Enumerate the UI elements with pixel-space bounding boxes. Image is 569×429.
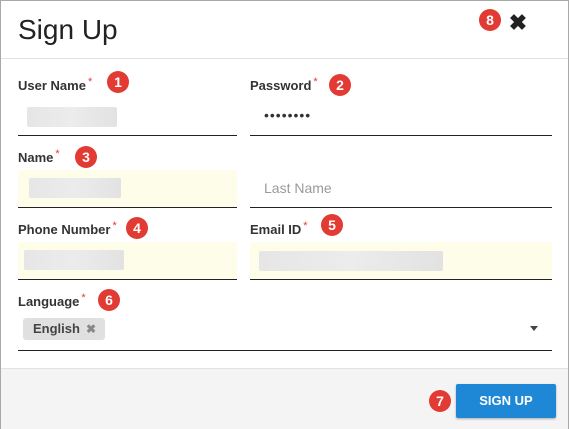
password-label: Password * (250, 76, 318, 93)
email-id-label: Email ID * (250, 220, 308, 237)
password-value: •••••••• (264, 107, 312, 123)
dialog-header: Sign Up (1, 1, 568, 59)
user-name-label-text: User Name (18, 78, 86, 93)
language-chip-english: English ✖ (23, 318, 106, 340)
name-label: Name * (18, 148, 60, 165)
required-mark: * (303, 220, 308, 232)
annotation-marker-1: 1 (107, 71, 129, 93)
user-name-label: User Name * (18, 76, 93, 93)
user-name-value-redacted (27, 107, 117, 127)
annotation-marker-3: 3 (75, 146, 97, 168)
annotation-marker-4: 4 (126, 217, 148, 239)
required-mark: * (313, 76, 318, 88)
annotation-marker-7: 7 (429, 390, 451, 412)
last-name-field[interactable]: Last Name (250, 170, 552, 208)
email-id-label-text: Email ID (250, 222, 302, 237)
dropdown-caret-icon[interactable] (530, 326, 538, 331)
password-label-text: Password (250, 78, 312, 93)
annotation-marker-6: 6 (98, 289, 120, 311)
phone-number-label: Phone Number * (18, 220, 117, 237)
language-chip-label: English (33, 321, 80, 336)
annotation-marker-5: 5 (321, 214, 343, 236)
signup-dialog: Sign Up ✖ 8 User Name * 1 Password * 2 •••… (0, 0, 569, 429)
remove-chip-icon[interactable]: ✖ (86, 322, 96, 336)
last-name-placeholder: Last Name (264, 180, 332, 196)
email-id-field[interactable] (250, 242, 552, 280)
name-label-text: Name (18, 150, 54, 165)
first-name-field[interactable] (18, 170, 237, 208)
language-label-text: Language (18, 294, 80, 309)
email-id-value-redacted (259, 251, 443, 271)
phone-number-label-text: Phone Number (18, 222, 111, 237)
required-mark: * (81, 292, 86, 304)
required-mark: * (112, 220, 117, 232)
required-mark: * (87, 76, 93, 88)
required-mark: * (55, 148, 60, 160)
annotation-marker-8: 8 (479, 9, 501, 31)
language-label: Language * (18, 292, 86, 309)
sign-up-button[interactable]: SIGN UP (456, 384, 556, 418)
first-name-value-redacted (29, 178, 121, 198)
user-name-field[interactable] (18, 98, 237, 136)
phone-number-field[interactable] (18, 242, 237, 280)
phone-number-value-redacted (24, 250, 124, 270)
dialog-title: Sign Up (18, 14, 118, 45)
close-icon[interactable]: ✖ (507, 11, 529, 35)
password-field[interactable]: •••••••• (250, 98, 552, 136)
annotation-marker-2: 2 (329, 74, 351, 96)
